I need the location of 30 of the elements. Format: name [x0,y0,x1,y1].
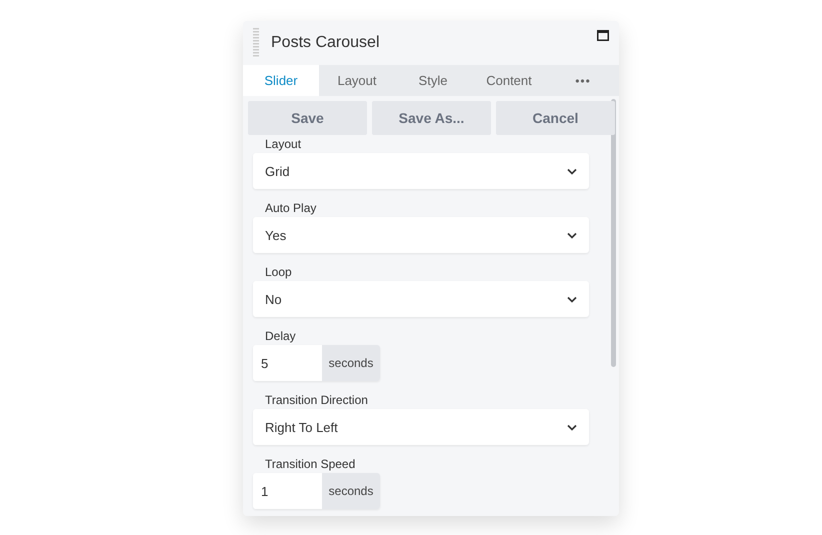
field-label: Transition Direction [265,393,369,407]
panel-title: Posts Carousel [271,34,380,52]
field-label: Transition Speed [265,457,356,471]
chevron-down-icon [567,232,577,238]
select-field[interactable]: No [253,281,589,317]
chevron-down-icon [567,424,577,430]
unit-label: seconds [322,473,380,509]
tab[interactable]: Style [395,65,471,96]
chevron-down-icon [567,168,577,174]
field-label: Loop [265,265,293,279]
chevron-down-icon [567,296,577,302]
field-label: Delay [265,329,297,343]
tab[interactable]: Content [471,65,547,96]
select-field[interactable]: Yes [253,217,589,253]
scrollbar-thumb[interactable] [611,99,616,367]
number-field[interactable]: 1 [253,473,322,509]
maximize-icon[interactable] [597,30,609,41]
select-field[interactable]: Grid [253,153,589,189]
select-field[interactable]: Right To Left [253,409,589,445]
tab[interactable]: Slider [243,65,319,96]
drag-handle-icon[interactable] [253,28,259,58]
number-field[interactable]: 5 [253,345,322,381]
action-button[interactable]: Save [248,101,367,135]
tab[interactable]: Layout [319,65,395,96]
more-button[interactable]: ••• [547,65,619,96]
field-label: Auto Play [265,201,318,215]
action-button[interactable]: Cancel [496,101,615,135]
action-button[interactable]: Save As... [372,101,491,135]
unit-label: seconds [322,345,380,381]
field-label: Layout [265,137,302,151]
